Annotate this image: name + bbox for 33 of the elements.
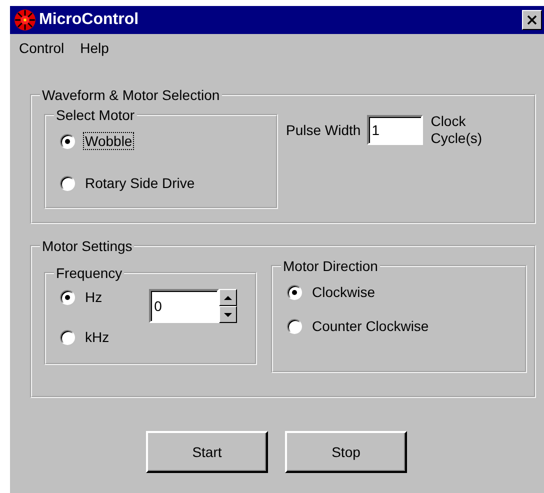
input-field[interactable]: 1 — [366, 115, 423, 145]
group-title: Waveform & Motor Selection — [41, 87, 221, 103]
gear-icon — [14, 9, 36, 31]
group-title: Motor Direction — [282, 258, 379, 274]
radio-button[interactable] — [60, 134, 75, 148]
down-arrow-icon — [224, 312, 232, 316]
radio-label: Clockwise — [311, 283, 376, 301]
input-field[interactable]: 0 — [149, 289, 220, 323]
menu-item[interactable]: Control — [19, 40, 64, 56]
radio-button[interactable] — [60, 290, 75, 304]
group-title: Motor Settings — [41, 238, 134, 254]
radio-button[interactable] — [287, 318, 302, 334]
radio-label: kHz — [84, 328, 110, 346]
radio-label: Rotary Side Drive — [84, 174, 196, 192]
menu-item[interactable]: Help — [80, 40, 109, 56]
close-button[interactable] — [522, 10, 542, 30]
radio-label: Wobble — [83, 132, 134, 150]
push-button[interactable]: Start — [146, 431, 268, 473]
close-icon — [527, 15, 537, 25]
window-title: MicroControl — [39, 11, 140, 29]
spin-down-button[interactable] — [219, 306, 238, 323]
radio-button[interactable] — [60, 176, 75, 190]
group-title: Select Motor — [55, 107, 136, 123]
group-title: Frequency — [55, 265, 124, 281]
unit-label: Clock Cycle(s) — [430, 113, 484, 147]
radio-button[interactable] — [287, 284, 302, 300]
radio-button[interactable] — [60, 330, 75, 344]
field-label: Pulse Width — [286, 122, 361, 138]
push-button[interactable]: Stop — [285, 431, 407, 473]
radio-label: Counter Clockwise — [311, 317, 430, 335]
radio-label: Hz — [84, 288, 104, 306]
up-arrow-icon — [224, 296, 232, 300]
spin-up-button[interactable] — [219, 289, 238, 306]
